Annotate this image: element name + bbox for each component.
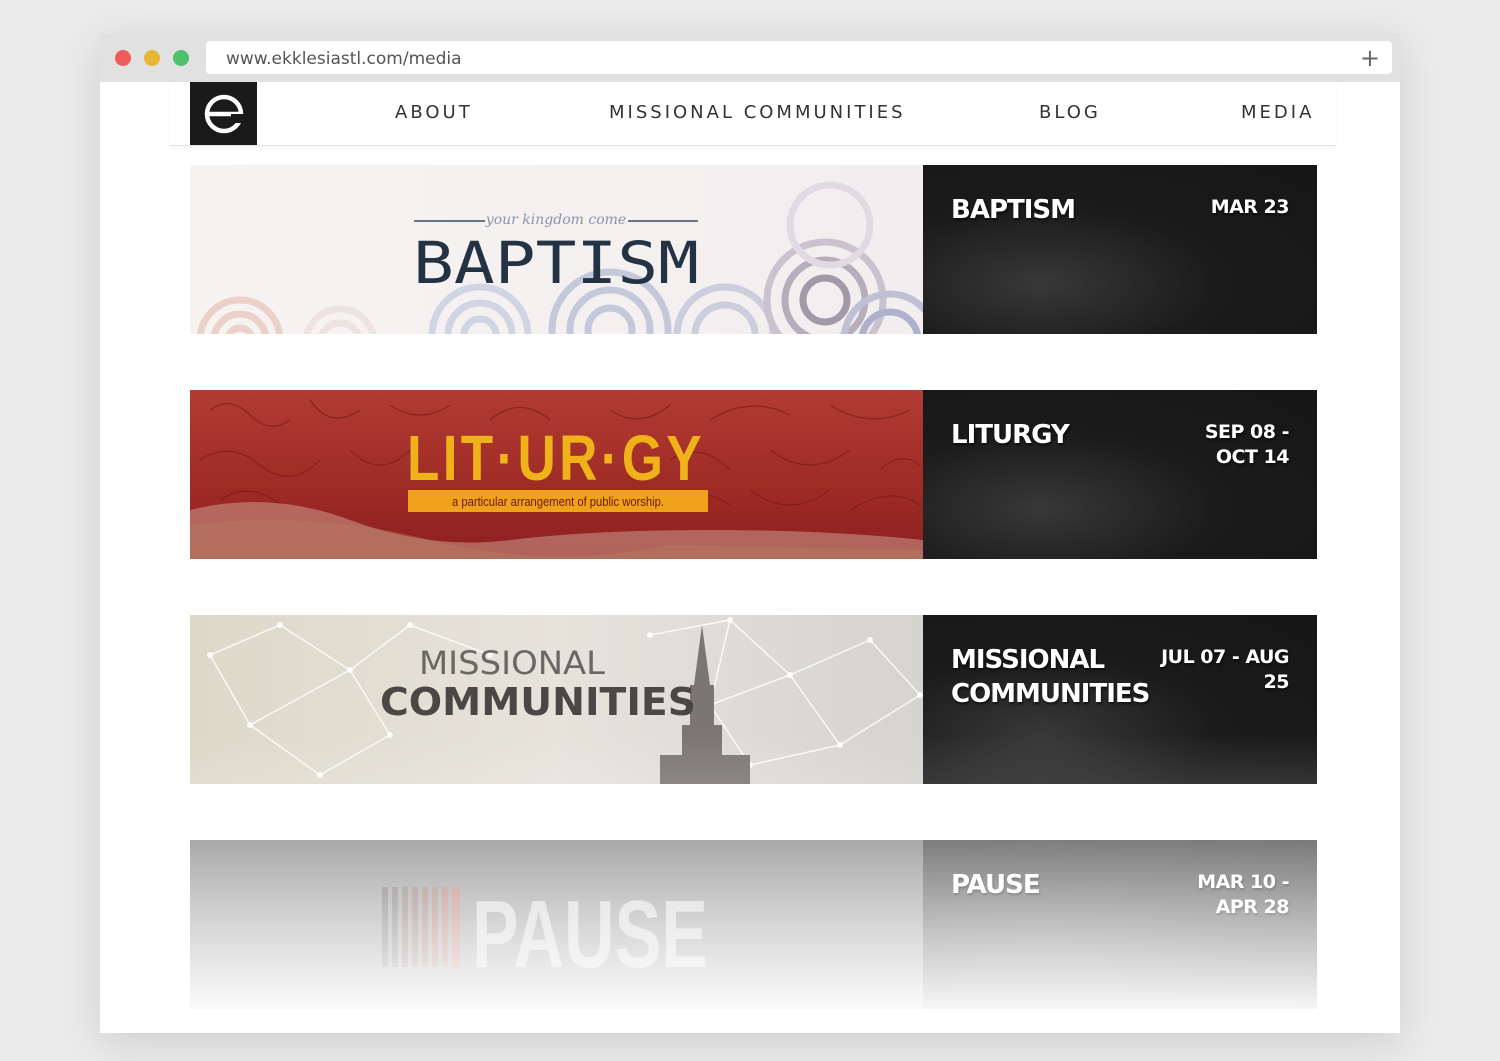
series-info-missional-communities[interactable]: MISSIONAL COMMUNITIES JUL 07 - AUG 25: [923, 615, 1317, 784]
series-card-missional-communities[interactable]: MISSIONAL COMMUNITIES MISSIONAL COMMUNIT…: [190, 615, 1317, 784]
series-title[interactable]: PAUSE: [951, 868, 1171, 902]
nav-link-missional-communities[interactable]: MISSIONAL COMMUNITIES: [609, 102, 906, 123]
series-banner-liturgy[interactable]: LIT·UR·GY a particular arrangement of pu…: [190, 390, 923, 559]
nav-link-media[interactable]: MEDIA: [1241, 102, 1314, 123]
series-title[interactable]: LITURGY: [951, 418, 1171, 452]
browser-window: www.ekklesiastl.com/media + ABOUT MISSIO…: [100, 33, 1400, 1033]
nav-link-blog[interactable]: BLOG: [1039, 102, 1101, 123]
series-banner-baptism[interactable]: your kingdom come BAPTISM: [190, 165, 923, 334]
series-info-baptism[interactable]: BAPTISM MAR 23: [923, 165, 1317, 334]
banner-title-pause: PAUSE: [472, 881, 708, 988]
series-card-pause[interactable]: PAUSE PAUSE MAR 10 - APR 28: [190, 840, 1317, 1009]
banner-line2: COMMUNITIES: [380, 680, 696, 724]
logo-e-icon: [204, 94, 245, 134]
series-banner-pause[interactable]: PAUSE: [190, 840, 923, 1009]
banner-subtitle-liturgy: a particular arrangement of public worsh…: [452, 494, 664, 509]
series-date: MAR 23: [1210, 196, 1290, 218]
series-title[interactable]: MISSIONAL COMMUNITIES: [951, 643, 1171, 711]
series-card-liturgy[interactable]: LIT·UR·GY a particular arrangement of pu…: [190, 390, 1317, 559]
series-date: SEP 08 - OCT 14: [1204, 421, 1290, 468]
minimize-window-button[interactable]: [144, 50, 160, 66]
series-banner-missional-communities[interactable]: MISSIONAL COMMUNITIES: [190, 615, 923, 784]
site-logo[interactable]: [190, 82, 257, 145]
browser-chrome: www.ekklesiastl.com/media +: [100, 33, 1400, 82]
maximize-window-button[interactable]: [173, 50, 189, 66]
series-date: JUL 07 - AUG 25: [1161, 646, 1289, 693]
banner-line1: MISSIONAL: [419, 644, 605, 682]
banner-title-liturgy: LIT·UR·GY: [407, 422, 705, 494]
series-date: MAR 10 - APR 28: [1197, 871, 1289, 918]
banner-title-baptism: BAPTISM: [413, 229, 699, 297]
series-title[interactable]: BAPTISM: [951, 193, 1171, 227]
plus-icon[interactable]: +: [1360, 44, 1380, 72]
series-card-baptism[interactable]: your kingdom come BAPTISM BAPTISM MAR 23: [190, 165, 1317, 334]
url-text[interactable]: www.ekklesiastl.com/media: [226, 49, 462, 69]
series-info-liturgy[interactable]: LITURGY SEP 08 - OCT 14: [923, 390, 1317, 559]
address-bar[interactable]: www.ekklesiastl.com/media +: [206, 41, 1392, 74]
close-window-button[interactable]: [115, 50, 131, 66]
series-info-pause[interactable]: PAUSE MAR 10 - APR 28: [923, 840, 1317, 1009]
site-nav: ABOUT MISSIONAL COMMUNITIES BLOG MEDIA: [170, 82, 1336, 146]
nav-link-about[interactable]: ABOUT: [395, 102, 473, 123]
banner-kicker: your kingdom come: [485, 212, 626, 228]
